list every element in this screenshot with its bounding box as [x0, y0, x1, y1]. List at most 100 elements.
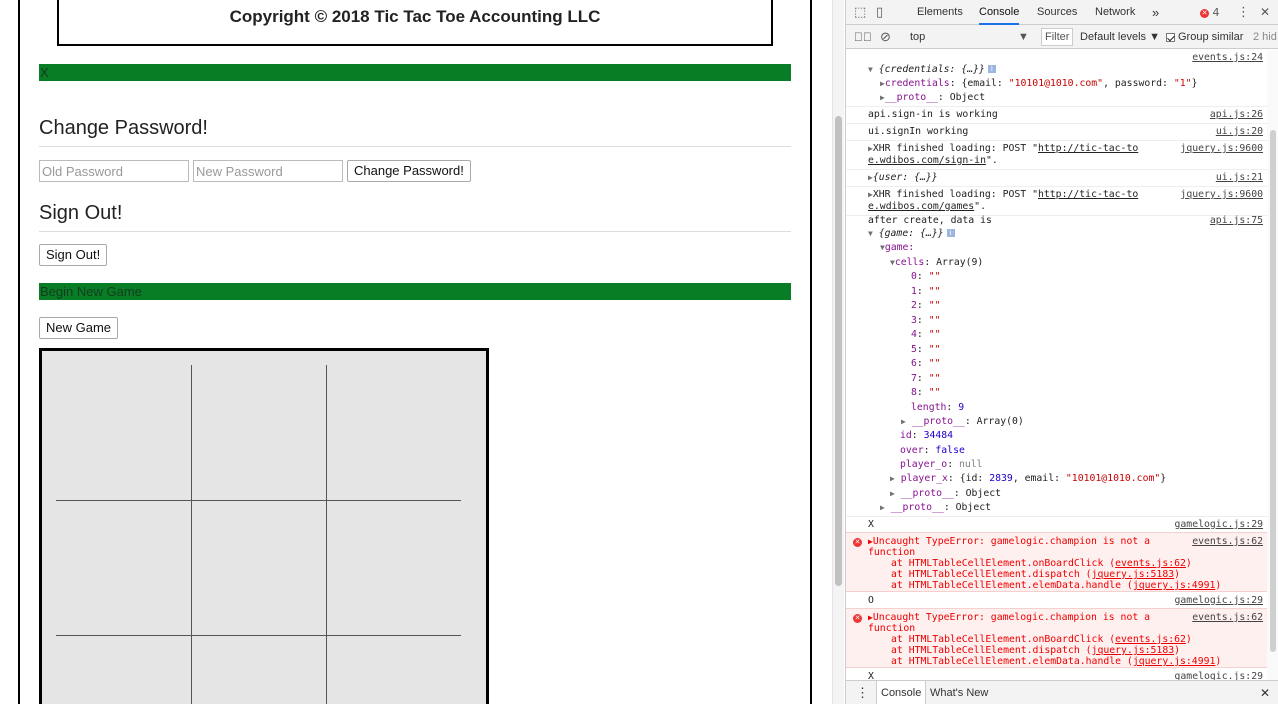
stack-text: ) [1174, 569, 1181, 580]
group-similar-checkbox[interactable] [1166, 32, 1175, 42]
console-prop-cells[interactable]: ▼cells: Array(9) [890, 257, 983, 269]
cell-index: 7 [911, 372, 917, 384]
page-scrollbar[interactable] [832, 0, 844, 704]
clear-console-icon[interactable]: ⊘ [880, 25, 891, 49]
expand-triangle-icon[interactable]: ▼ [868, 65, 873, 74]
collapse-triangle-icon[interactable]: ▶ [880, 503, 885, 512]
tab-network[interactable]: Network [1095, 0, 1135, 25]
stack-link[interactable]: events.js:62 [1115, 558, 1186, 569]
log-source-link[interactable]: gamelogic.js:29 [1175, 671, 1263, 680]
console-object-user[interactable]: ▶{user: {…}} [868, 172, 938, 184]
device-toolbar-icon[interactable]: ▯ [876, 0, 883, 25]
game-id: id: 34484 [900, 430, 954, 441]
xhr-url[interactable]: http://tic-tac-to [1038, 143, 1138, 154]
log-source-link[interactable]: ui.js:20 [1216, 126, 1263, 138]
game-player-o: player_o: null [900, 459, 983, 470]
prop-key: player_x [900, 473, 948, 484]
console-prop-proto[interactable]: ▶__proto__: Object [880, 92, 985, 104]
group-similar-label: Group similar [1178, 31, 1244, 43]
stack-link[interactable]: jquery.js:4991 [1133, 580, 1216, 591]
collapse-triangle-icon[interactable]: ▶ [890, 489, 895, 498]
tab-sources[interactable]: Sources [1037, 0, 1077, 25]
log-source-link[interactable]: api.js:26 [1210, 109, 1263, 121]
console-error[interactable]: ✕ ▶Uncaught TypeError: gamelogic.champio… [846, 532, 1267, 592]
game-player-x[interactable]: ▶ player_x: {id: 2839, email: "10101@101… [890, 473, 1166, 485]
console-toolbar: ▶⃞ ⊘ top ▼ Filter Default levels ▼ Group … [846, 25, 1278, 49]
tab-elements[interactable]: Elements [917, 0, 963, 25]
prop-null: null [958, 459, 983, 470]
stack-text: at HTMLTableCellElement.onBoardClick ( [891, 634, 1116, 645]
console-output[interactable]: events.js:24 ▼ {credentials: {…}} i ▶cred… [846, 50, 1267, 680]
console-prop-proto[interactable]: ▶ __proto__: Object [890, 488, 1001, 500]
console-scrollbar-thumb[interactable] [1270, 130, 1276, 652]
old-password-input[interactable] [39, 160, 189, 182]
log-source-link[interactable]: api.js:75 [1210, 215, 1263, 227]
console-message: X [868, 671, 874, 680]
prop-key: game: [884, 242, 915, 253]
drawer-menu-icon[interactable]: ⋮ [856, 681, 869, 704]
info-icon: i [946, 229, 955, 237]
new-password-input[interactable] [193, 160, 343, 182]
console-xhr-message[interactable]: ▶XHR finished loading: POST "http://tic-… [868, 189, 1138, 201]
console-message: api.sign-in is working [868, 109, 998, 120]
log-source-link[interactable]: jquery.js:9600 [1180, 189, 1263, 201]
devtools-menu-icon[interactable]: ⋮ [1237, 0, 1250, 25]
log-levels-dropdown[interactable]: Default levels ▼ [1080, 25, 1160, 49]
prop-key: __proto__ [900, 487, 954, 499]
collapse-triangle-icon[interactable]: ▶ [890, 474, 895, 483]
xhr-url[interactable]: http://tic-tac-to [1038, 189, 1138, 200]
inspect-element-icon[interactable]: ⬚ [854, 0, 866, 25]
console-object-credentials[interactable]: ▼ {credentials: {…}} i [868, 64, 996, 76]
group-similar-toggle[interactable]: Group similar [1166, 25, 1243, 49]
error-count-badge[interactable]: ✕ 4 [1200, 0, 1220, 25]
board-line-vertical-2 [326, 365, 327, 704]
console-xhr-message[interactable]: ▶XHR finished loading: POST "http://tic-… [868, 143, 1138, 155]
context-selector[interactable]: top ▼ [910, 25, 1030, 49]
xhr-url[interactable]: e.wdibos.com/sign-in [868, 155, 986, 166]
more-tabs-icon[interactable]: » [1152, 0, 1159, 25]
stack-link[interactable]: jquery.js:5183 [1092, 645, 1175, 656]
cell-index: 3 [911, 314, 917, 326]
stack-link[interactable]: jquery.js:4991 [1133, 656, 1216, 667]
error-count-icon: ✕ [1200, 8, 1209, 18]
console-prop-proto[interactable]: ▶ __proto__: Object [880, 502, 991, 514]
cell-index: 6 [911, 358, 917, 369]
log-source-link[interactable]: events.js:62 [1192, 536, 1263, 548]
cell-index: 0 [911, 271, 917, 282]
expand-triangle-icon[interactable]: ▼ [868, 229, 873, 238]
sign-out-button[interactable]: Sign Out! [39, 244, 108, 266]
log-source-link[interactable]: events.js:62 [1192, 612, 1263, 624]
console-prop-credentials[interactable]: ▶credentials: {email: "10101@1010.com", … [880, 78, 1197, 90]
devtools-close-icon[interactable]: ✕ [1260, 0, 1270, 25]
stack-link[interactable]: events.js:62 [1115, 634, 1186, 645]
console-scrollbar[interactable] [1267, 50, 1278, 680]
stack-link[interactable]: jquery.js:5183 [1092, 569, 1175, 580]
log-source-link[interactable]: jquery.js:9600 [1180, 143, 1263, 155]
log-source-link[interactable]: ui.js:21 [1216, 172, 1263, 184]
prop-string: "10101@1010.com" [1065, 473, 1161, 484]
page-scrollbar-thumb[interactable] [835, 116, 842, 586]
row-divider [846, 169, 1267, 170]
change-password-button[interactable]: Change Password! [347, 160, 471, 182]
log-source-link[interactable]: gamelogic.js:29 [1175, 519, 1263, 531]
drawer-close-icon[interactable]: ✕ [1260, 681, 1270, 704]
log-source-link[interactable]: events.js:24 [1192, 52, 1263, 64]
board-line-horizontal-2 [56, 635, 461, 636]
xhr-url[interactable]: e.wdibos.com/games [868, 201, 974, 212]
prop-key: __proto__ [884, 92, 938, 103]
console-error[interactable]: ✕ ▶Uncaught TypeError: gamelogic.champio… [846, 608, 1267, 668]
filter-input[interactable]: Filter [1041, 28, 1073, 46]
console-prop-game[interactable]: ▼game: [880, 242, 914, 254]
stack-text: at HTMLTableCellElement.elemData.handle … [891, 656, 1133, 667]
cell-value: "" [928, 271, 941, 282]
tab-console[interactable]: Console [979, 0, 1020, 25]
console-object-game[interactable]: ▼ {game: {…}} i [868, 228, 955, 240]
console-prop-proto[interactable]: ▶ __proto__: Array(0) [901, 416, 1024, 428]
log-source-link[interactable]: gamelogic.js:29 [1175, 595, 1263, 607]
drawer-tab-whats-new[interactable]: What's New [930, 681, 988, 704]
collapse-triangle-icon[interactable]: ▶ [901, 417, 906, 426]
game-board[interactable] [39, 348, 489, 704]
new-game-button[interactable]: New Game [39, 317, 119, 339]
sidebar-toggle-icon[interactable]: ▶⃞ [854, 25, 872, 49]
drawer-tab-console[interactable]: Console [876, 681, 927, 704]
